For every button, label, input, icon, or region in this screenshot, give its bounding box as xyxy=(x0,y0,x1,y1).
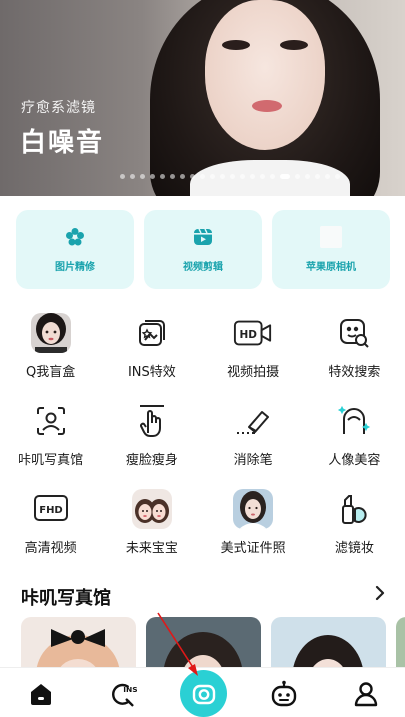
tool-label: 滤镜妆 xyxy=(334,541,374,556)
tool-label: 咔叽写真馆 xyxy=(18,453,84,468)
carousel-dot[interactable] xyxy=(325,174,330,179)
card-label: 图片精修 xyxy=(55,262,95,273)
carousel-dot[interactable] xyxy=(240,174,245,179)
tool-row: FHD 高清视频 未来宝宝 美式证件照 滤镜妆 xyxy=(0,483,405,571)
carousel-dot[interactable] xyxy=(270,174,275,179)
tool-slim[interactable]: 瘦脸瘦身 xyxy=(101,395,202,483)
carousel-dot[interactable] xyxy=(315,174,320,179)
banner-title: 白噪音 xyxy=(20,128,105,158)
card-label: 视频剪辑 xyxy=(183,262,223,273)
eraser-icon xyxy=(233,401,273,441)
carousel-dot[interactable] xyxy=(170,174,175,179)
tool-label: INS特效 xyxy=(127,365,176,380)
ins-effect-icon xyxy=(132,313,172,353)
flower-icon xyxy=(64,226,86,248)
tool-grid: Q我盲盒 INS特效 HD 视频拍摄 特效搜索 咔叽写真馆 瘦脸瘦身 消除笔 人… xyxy=(0,307,405,571)
svg-text:INS: INS xyxy=(123,685,137,694)
camera-button[interactable] xyxy=(180,670,227,717)
carousel-dot[interactable] xyxy=(230,174,235,179)
tool-label: 高清视频 xyxy=(24,541,77,556)
banner-image-lips xyxy=(252,100,282,112)
carousel-dot[interactable] xyxy=(210,174,215,179)
tool-future-baby[interactable]: 未来宝宝 xyxy=(101,483,202,571)
apple-camera-icon xyxy=(320,226,342,248)
carousel-dot[interactable] xyxy=(130,174,135,179)
id-photo-avatar xyxy=(233,489,274,529)
carousel-dot[interactable] xyxy=(150,174,155,179)
banner-image-eye xyxy=(280,40,308,50)
tool-label: 瘦脸瘦身 xyxy=(125,453,178,468)
makeup-filter-icon xyxy=(334,489,374,529)
tool-label: 特效搜索 xyxy=(328,365,381,380)
tool-video-shoot[interactable]: HD 视频拍摄 xyxy=(203,307,304,395)
tool-label: 视频拍摄 xyxy=(227,365,280,380)
tool-row: 咔叽写真馆 瘦脸瘦身 消除笔 人像美容 xyxy=(0,395,405,483)
girl-avatar xyxy=(30,313,71,353)
carousel-dot[interactable] xyxy=(120,174,125,179)
card-video-edit[interactable]: 视频剪辑 xyxy=(144,210,262,289)
card-label: 苹果原相机 xyxy=(306,262,356,273)
carousel-dot[interactable] xyxy=(220,174,225,179)
slim-hand-icon xyxy=(132,401,172,441)
hero-banner[interactable]: 疗愈系滤镜 白噪音 xyxy=(0,0,405,196)
effect-search-icon xyxy=(334,313,374,353)
tool-beauty[interactable]: 人像美容 xyxy=(304,395,405,483)
tool-label: 人像美容 xyxy=(328,453,381,468)
carousel-dot[interactable] xyxy=(335,174,340,179)
camera-icon xyxy=(192,684,215,704)
baby-avatar xyxy=(131,489,172,529)
banner-image-face xyxy=(205,0,325,150)
profile-icon[interactable] xyxy=(352,680,380,708)
carousel-dot[interactable] xyxy=(280,174,290,179)
carousel-dot[interactable] xyxy=(190,174,195,179)
chevron-right-icon[interactable] xyxy=(374,584,386,607)
beauty-face-icon xyxy=(334,401,374,441)
tool-label: 美式证件照 xyxy=(220,541,286,556)
home-icon[interactable] xyxy=(27,680,55,708)
card-photo-retouch[interactable]: 图片精修 xyxy=(16,210,134,289)
tool-label: 消除笔 xyxy=(233,453,273,468)
carousel-dot[interactable] xyxy=(260,174,265,179)
tool-label: 未来宝宝 xyxy=(125,541,178,556)
tool-label: Q我盲盒 xyxy=(26,365,76,380)
video-clip-icon xyxy=(192,226,214,248)
fhd-icon: FHD xyxy=(31,489,71,529)
robot-icon[interactable] xyxy=(270,680,298,708)
portrait-frame-icon xyxy=(31,401,71,441)
tool-id-photo[interactable]: 美式证件照 xyxy=(203,483,304,571)
card-apple-camera[interactable]: 苹果原相机 xyxy=(272,210,390,289)
tool-hd-video[interactable]: FHD 高清视频 xyxy=(0,483,101,571)
carousel-dot[interactable] xyxy=(160,174,165,179)
tool-filter-makeup[interactable]: 滤镜妆 xyxy=(304,483,405,571)
svg-text:FHD: FHD xyxy=(39,505,63,516)
tool-row: Q我盲盒 INS特效 HD 视频拍摄 特效搜索 xyxy=(0,307,405,395)
carousel-indicator xyxy=(120,174,340,179)
tool-blind-box[interactable]: Q我盲盒 xyxy=(0,307,101,395)
tool-ins-effect[interactable]: INS特效 xyxy=(101,307,202,395)
carousel-dot[interactable] xyxy=(180,174,185,179)
carousel-dot[interactable] xyxy=(305,174,310,179)
hd-video-icon: HD xyxy=(233,313,273,353)
svg-text:HD: HD xyxy=(240,329,258,341)
carousel-dot[interactable] xyxy=(295,174,300,179)
carousel-dot[interactable] xyxy=(140,174,145,179)
carousel-dot[interactable] xyxy=(200,174,205,179)
tool-photo-studio[interactable]: 咔叽写真馆 xyxy=(0,395,101,483)
banner-image-eye xyxy=(222,40,250,50)
feature-cards: 图片精修 视频剪辑 苹果原相机 xyxy=(16,210,390,289)
carousel-dot[interactable] xyxy=(250,174,255,179)
tool-effect-search[interactable]: 特效搜索 xyxy=(304,307,405,395)
section-title: 咔叽写真馆 xyxy=(21,588,111,609)
banner-subtitle: 疗愈系滤镜 xyxy=(21,100,96,116)
tool-eraser[interactable]: 消除笔 xyxy=(203,395,304,483)
ins-search-icon[interactable]: INS xyxy=(109,680,137,708)
